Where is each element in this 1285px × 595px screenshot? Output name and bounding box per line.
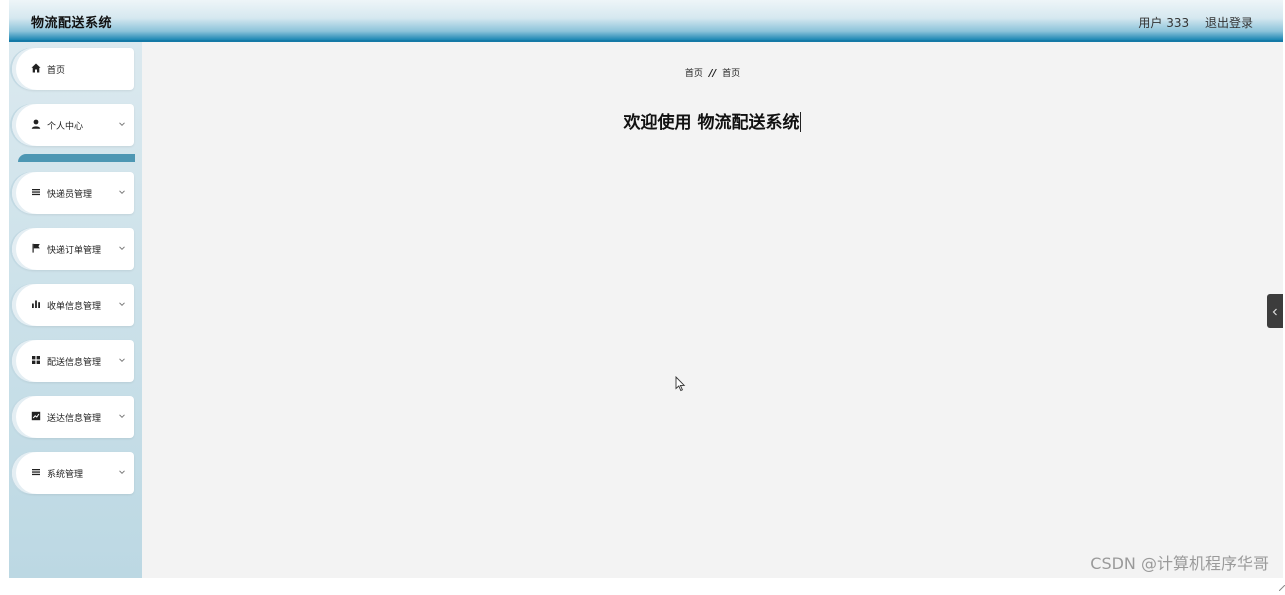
sidebar-item-label: 快递订单管理 xyxy=(47,243,101,256)
list-icon xyxy=(30,186,41,197)
sidebar-item-label: 系统管理 xyxy=(47,467,83,480)
main-content: 首页 // 首页 欢迎使用 物流配送系统 xyxy=(142,42,1283,578)
chevron-down-icon xyxy=(117,355,127,365)
breadcrumb-home-link[interactable]: 首页 xyxy=(685,69,703,79)
sidebar-item-label: 配送信息管理 xyxy=(47,355,101,368)
breadcrumb: 首页 // 首页 xyxy=(142,66,1283,79)
text-caret xyxy=(800,112,801,132)
chevron-down-icon xyxy=(117,299,127,309)
sidebar-item-system-management[interactable]: 系统管理 xyxy=(12,452,134,494)
sidebar-item-order-management[interactable]: 快递订单管理 xyxy=(12,228,134,270)
sidebar-item-label: 个人中心 xyxy=(47,119,83,132)
chevron-down-icon xyxy=(117,187,127,197)
home-icon xyxy=(30,62,41,73)
username-link[interactable]: 用户 333 xyxy=(1138,16,1189,30)
header-user-area: 用户 333 退出登录 xyxy=(1126,14,1253,31)
sidebar-item-label: 送达信息管理 xyxy=(47,411,101,424)
breadcrumb-separator: // xyxy=(709,68,716,79)
breadcrumb-current: 首页 xyxy=(722,69,740,79)
sidebar-item-label: 首页 xyxy=(47,63,65,76)
sidebar-item-label: 快递员管理 xyxy=(47,187,92,200)
chevron-down-icon xyxy=(117,467,127,477)
top-header: 物流配送系统 用户 333 退出登录 xyxy=(9,0,1283,42)
sidebar-divider xyxy=(18,154,135,162)
user-icon xyxy=(30,118,41,129)
welcome-heading: 欢迎使用 物流配送系统 xyxy=(142,108,1283,133)
chart-box-icon xyxy=(30,410,41,421)
sidebar-item-home[interactable]: 首页 xyxy=(12,48,134,90)
app-window: 物流配送系统 用户 333 退出登录 首页 个人中心 xyxy=(9,0,1283,578)
chevron-down-icon xyxy=(117,119,127,129)
mouse-pointer-icon xyxy=(675,376,687,392)
sidebar-item-delivery-management[interactable]: 配送信息管理 xyxy=(12,340,134,382)
sidebar: 首页 个人中心 快递员管理 快递订单管理 xyxy=(9,42,142,578)
watermark: CSDN @计算机程序华哥 xyxy=(1090,550,1269,574)
chevron-down-icon xyxy=(117,411,127,421)
sidebar-item-courier-management[interactable]: 快递员管理 xyxy=(12,172,134,214)
chevron-left-icon xyxy=(1271,302,1279,321)
sidebar-item-label: 收单信息管理 xyxy=(47,299,101,312)
sidebar-item-arrival-management[interactable]: 送达信息管理 xyxy=(12,396,134,438)
grid-icon xyxy=(30,354,41,365)
right-panel-toggle[interactable] xyxy=(1267,294,1283,328)
bar-chart-icon xyxy=(30,298,41,309)
flag-icon xyxy=(30,242,41,253)
chevron-down-icon xyxy=(117,243,127,253)
app-title: 物流配送系统 xyxy=(31,12,112,31)
sidebar-item-personal-center[interactable]: 个人中心 xyxy=(12,104,134,146)
welcome-text: 欢迎使用 物流配送系统 xyxy=(624,113,800,133)
resize-grip-icon xyxy=(1279,576,1285,582)
sidebar-item-receipt-management[interactable]: 收单信息管理 xyxy=(12,284,134,326)
logout-button[interactable]: 退出登录 xyxy=(1205,16,1253,30)
list-icon xyxy=(30,466,41,477)
